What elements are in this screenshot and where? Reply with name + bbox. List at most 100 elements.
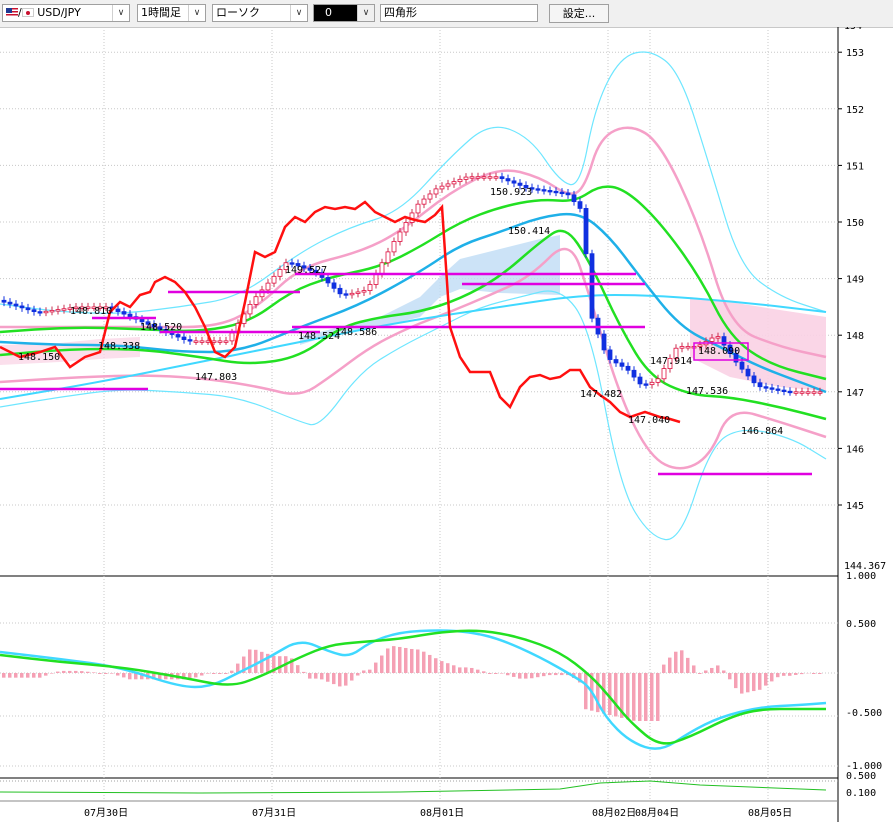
price-label: 147.803 [195, 372, 237, 383]
osc-bar [194, 673, 198, 678]
osc-bar [434, 658, 438, 673]
candle-body [655, 378, 661, 383]
candle-body [211, 340, 217, 343]
osc-bar [494, 673, 498, 674]
candle-body [757, 382, 763, 388]
osc-bar [500, 673, 504, 674]
candle-body [751, 375, 757, 384]
candle-body [349, 292, 355, 296]
osc-bar [350, 673, 354, 681]
date-label: 08月04日 [635, 807, 679, 819]
sub-osc-tick-label: 0.100 [846, 788, 876, 799]
osc-bar [794, 673, 798, 675]
osc-bar [536, 673, 540, 678]
candle-body [811, 391, 817, 394]
price-label: 149.527 [285, 265, 327, 276]
date-label: 08月05日 [748, 807, 792, 819]
chevron-down-icon: ∨ [290, 5, 307, 21]
price-label: 148.524 [298, 331, 340, 342]
osc-bar [308, 673, 312, 679]
candle-body [499, 176, 505, 180]
candle-body [625, 365, 631, 371]
osc-bar [110, 673, 114, 674]
osc-bar [398, 646, 402, 673]
price-axis-ticks: 153 152 151 150 149 148 147 146 145 [838, 48, 864, 512]
timeframe-select[interactable]: 1時間足 ∨ [137, 4, 206, 22]
date-label: 07月30日 [84, 807, 128, 819]
osc-bar [200, 673, 204, 676]
candle-body [337, 287, 343, 295]
osc-bar [428, 654, 432, 673]
candle-body [661, 368, 667, 380]
date-label: 08月01日 [420, 807, 464, 819]
symbol-select[interactable]: / USD/JPY ∨ [2, 4, 130, 22]
candle-body [553, 190, 559, 194]
candle-body [265, 282, 271, 291]
chart-type-select[interactable]: ローソク ∨ [212, 4, 308, 22]
candle-body [427, 193, 433, 200]
osc-bar [728, 673, 732, 680]
price-label: 150.923 [490, 187, 532, 198]
osc-bar [404, 647, 408, 673]
shape-value: 四角形 [384, 6, 417, 19]
osc-bar [758, 673, 762, 690]
osc-tick-label: -0.500 [846, 708, 882, 719]
candle-body [1, 299, 7, 303]
candle-body [31, 309, 37, 313]
price-label: 148.338 [98, 341, 140, 352]
candle-body [121, 311, 127, 315]
candle-body [367, 284, 373, 291]
oscillator-panel [0, 629, 827, 750]
osc-bar [674, 651, 678, 673]
osc-bar [458, 667, 462, 673]
osc-bar [656, 673, 660, 721]
osc-bar [92, 672, 96, 673]
draw-color-select[interactable]: 0 ∨ [313, 4, 375, 22]
shape-field[interactable]: 四角形 [380, 4, 538, 22]
us-flag-icon [6, 8, 18, 17]
price-label: 148.150 [18, 352, 60, 363]
osc-bar [362, 670, 366, 673]
candle-body [535, 188, 541, 191]
osc-bar [488, 673, 492, 674]
candle-body [439, 185, 445, 190]
candle-body [463, 176, 469, 180]
settings-button[interactable]: 設定... [549, 4, 609, 23]
chart-type-value: ローソク [216, 6, 260, 19]
osc-bar [320, 673, 324, 680]
osc-bar [128, 673, 132, 680]
osc-bar [74, 670, 78, 673]
candle-body [457, 178, 463, 183]
grid-lines [0, 27, 838, 801]
candle-body [25, 307, 31, 311]
price-tick-label: 146 [846, 444, 864, 455]
osc-bar [476, 669, 480, 673]
candle-body [607, 349, 613, 360]
candle-body [685, 346, 691, 349]
candle-body [451, 181, 457, 185]
candle-body [721, 336, 727, 346]
price-tick-label: 147 [846, 388, 864, 399]
osc-bar [416, 649, 420, 673]
chart-canvas[interactable]: 148.810 148.520 148.150 148.338 147.803 149.5… [0, 27, 893, 822]
candle-body [343, 293, 349, 296]
osc-tick-label: 0.500 [846, 619, 876, 630]
osc-bar [302, 671, 306, 673]
sub-osc-line [0, 780, 827, 794]
osc-bar [20, 673, 24, 678]
candle-body [709, 337, 715, 342]
candle-body [679, 346, 685, 349]
osc-bar [278, 656, 282, 673]
candle-body [253, 296, 259, 305]
osc-bar [584, 673, 588, 710]
osc-bar [230, 670, 234, 673]
candle-body [325, 277, 331, 284]
candle-body [397, 231, 403, 242]
bollinger-bands [0, 51, 827, 541]
candle-body [115, 308, 121, 312]
candle-body [445, 183, 451, 187]
price-tick-label: 151 [846, 161, 864, 172]
candle-body [181, 336, 187, 340]
osc-bar [764, 673, 768, 686]
osc-bar [746, 673, 750, 693]
